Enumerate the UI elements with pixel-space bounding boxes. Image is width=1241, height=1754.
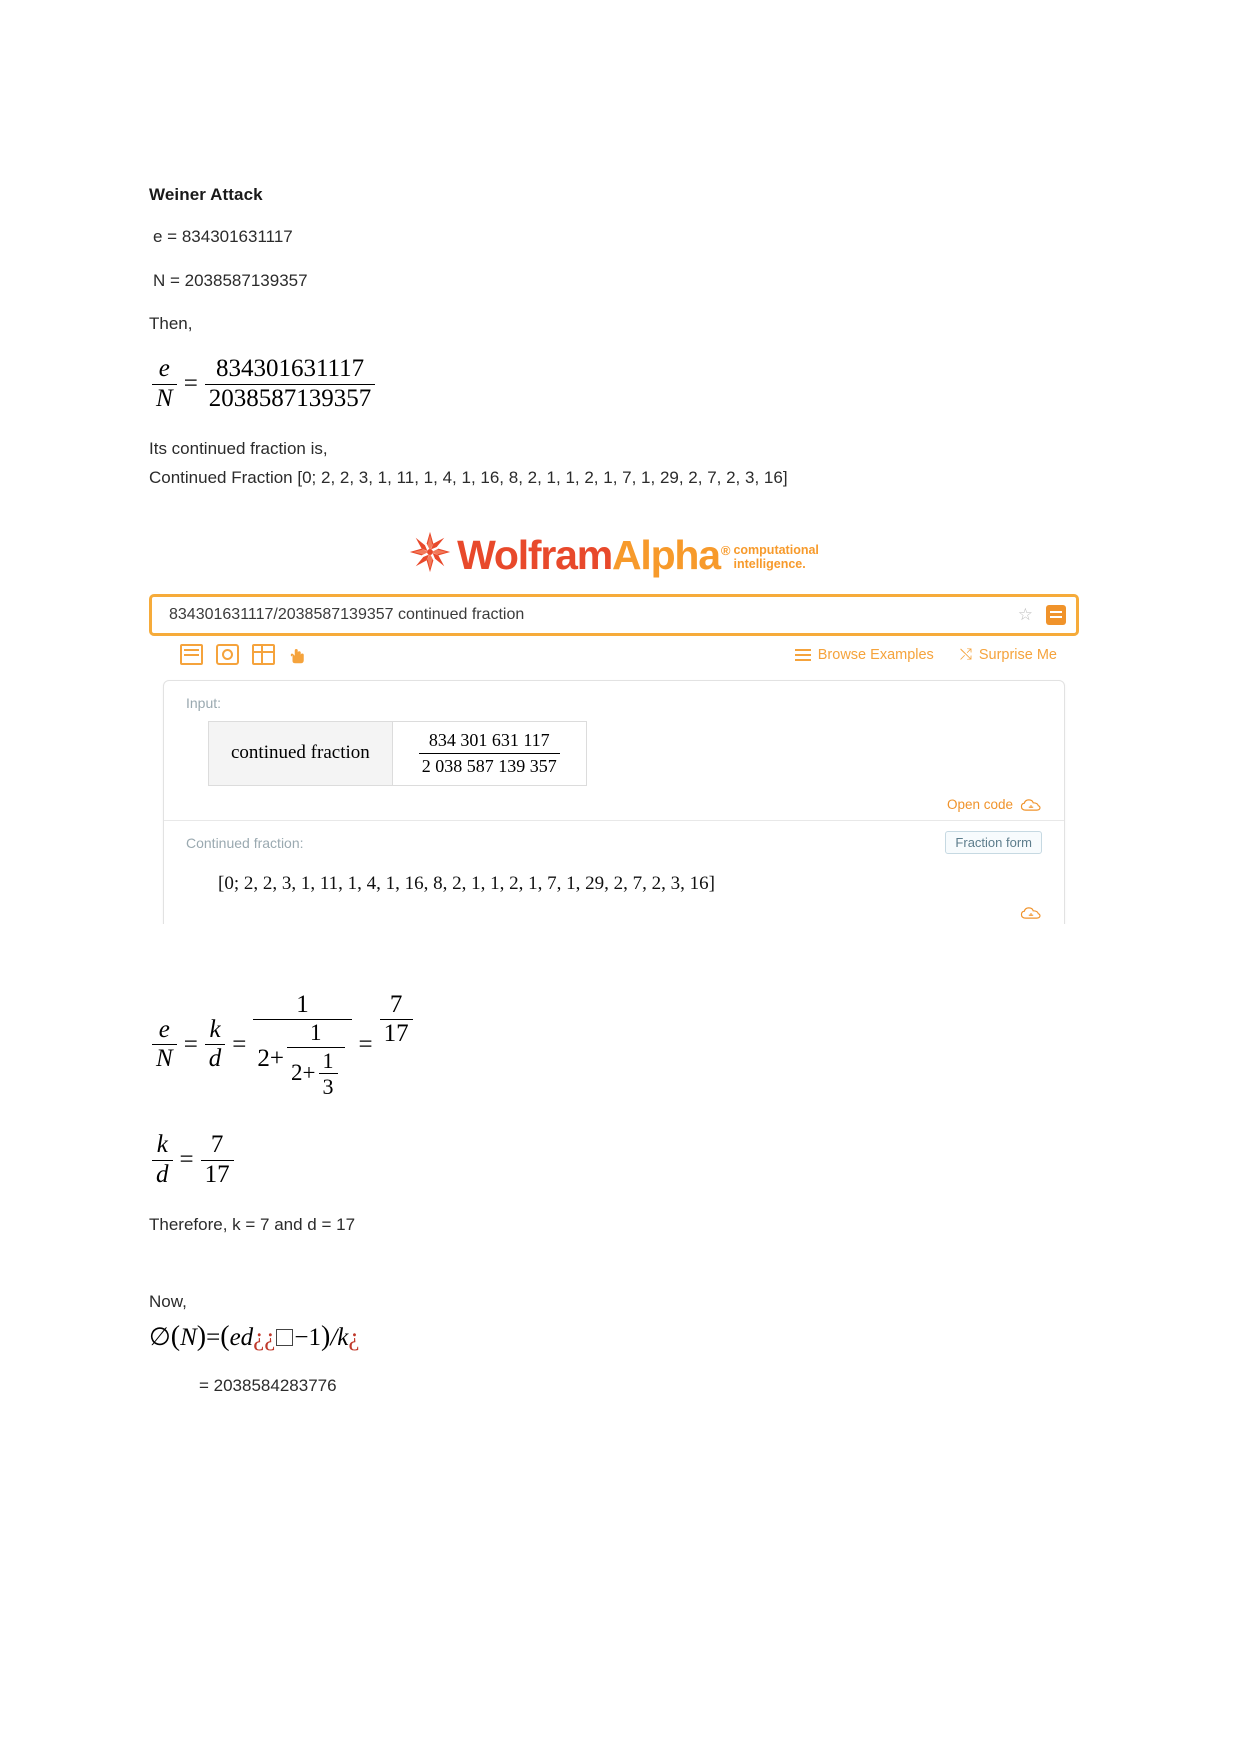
pod-title-continued-fraction: Continued fraction: <box>186 835 304 852</box>
input-fraction-numerator: 834 301 631 117 <box>428 729 550 750</box>
phi-rparen: ) <box>196 1320 207 1352</box>
equals-sign-kd: = <box>179 1146 194 1174</box>
two-plus-1: 2+ <box>257 1045 285 1073</box>
results-clip: Input: continued fraction 834 301 631 11… <box>149 674 1079 924</box>
document-body: Weiner Attack e = 834301631117 N = 20385… <box>149 185 1099 1418</box>
inner-fraction-2: 1 3 <box>318 1048 338 1099</box>
equals-menu-icon[interactable] <box>1046 604 1066 625</box>
equation-convergent: e N = k d = 1 2+ 1 2+ 1 3 = 7 17 <box>149 991 1099 1099</box>
fraction-e-n: e N <box>152 356 177 412</box>
wolfram-tagline: computational intelligence. <box>733 543 818 572</box>
document-page: Weiner Attack e = 834301631117 N = 20385… <box>0 0 1241 1754</box>
cloud-icon <box>1020 907 1041 919</box>
equation-e-over-n: e N = 834301631117 2038587139357 <box>149 356 1099 412</box>
table-icon[interactable] <box>252 644 275 666</box>
pod-title-input: Input: <box>186 694 222 711</box>
phi-lparen-2: ( <box>220 1320 230 1352</box>
phi-lparen: ( <box>170 1320 181 1352</box>
fraction-7-17: 7 17 <box>379 991 413 1048</box>
phi-error-glyph-2: ¿ <box>348 1323 360 1351</box>
surprise-me-label: Surprise Me <box>978 646 1057 663</box>
its-continued-fraction-label: Its continued fraction is, <box>149 439 328 459</box>
input-tools <box>180 644 306 666</box>
wolfram-logo: Wolfram Alpha ® computational intelligenc… <box>149 517 1079 594</box>
shuffle-icon: ⤭ <box>959 646 972 664</box>
wordmark-alpha: Alpha <box>611 531 721 578</box>
camera-icon[interactable] <box>216 644 239 666</box>
two-plus-2: 2+ <box>291 1060 316 1086</box>
input-operator-label: continued fraction <box>209 721 393 786</box>
surprise-me-link[interactable]: ⤭ Surprise Me <box>960 646 1057 663</box>
star-burst-icon <box>409 531 451 572</box>
search-input[interactable]: 834301631117/2038587139357 continued fra… <box>152 606 1018 624</box>
fraction-e-n-2: e N <box>152 1016 177 1073</box>
wolframalpha-screenshot: Wolfram Alpha ® computational intelligenc… <box>149 516 1079 924</box>
equation-k-over-d: k d = 7 17 <box>149 1132 1099 1188</box>
pod-cloud-button[interactable] <box>1013 906 1042 924</box>
search-bar[interactable]: 834301631117/2038587139357 continued fra… <box>149 593 1079 636</box>
equals-sign: = <box>183 370 198 398</box>
favorite-star-icon[interactable]: ☆ <box>1018 605 1033 625</box>
now-label: Now, <box>149 1292 187 1312</box>
continued-fraction-list: Continued Fraction [0; 2, 2, 3, 1, 11, 1… <box>149 468 788 488</box>
keyboard-icon[interactable] <box>180 644 203 666</box>
page-title: Weiner Attack <box>149 185 263 204</box>
fraction-k-d-2: k d <box>152 1132 173 1188</box>
line-n: N = 2038587139357 <box>153 270 308 290</box>
fraction-numbers: 834301631117 2038587139357 <box>204 356 376 412</box>
trademark-symbol: ® <box>720 542 731 558</box>
phi-formula: ∅(N)=(ed¿¿ −1)/k¿ <box>149 1321 1099 1353</box>
inner-fraction-1: 1 2+ 1 3 <box>287 1020 345 1099</box>
hamburger-icon <box>794 648 811 661</box>
phi-error-glyph-1: ¿¿ <box>253 1323 276 1351</box>
input-table: continued fraction 834 301 631 117 2 038… <box>208 720 587 787</box>
cloud-icon <box>1020 798 1041 811</box>
phi-result-line: = 2038584283776 <box>199 1375 337 1395</box>
phi-slash-k: /k <box>330 1323 349 1351</box>
browse-examples-label: Browse Examples <box>817 646 934 663</box>
browse-examples-link[interactable]: Browse Examples <box>794 646 934 663</box>
equals-1: = <box>183 1030 198 1058</box>
search-toolbar: Browse Examples ⤭ Surprise Me <box>149 636 1079 674</box>
phi-equals: = <box>206 1323 221 1351</box>
pod-continued-fraction: Continued fraction: Fraction form [0; 2,… <box>164 820 1064 924</box>
input-fraction: 834 301 631 117 2 038 587 139 357 <box>393 722 586 785</box>
equals-3: = <box>358 1030 373 1058</box>
therefore-line: Therefore, k = 7 and d = 17 <box>149 1215 356 1235</box>
fraction-7-17-b: 7 17 <box>200 1132 234 1188</box>
continued-fraction-expression: 1 2+ 1 2+ 1 3 <box>253 991 352 1099</box>
pod-input: Input: continued fraction 834 301 631 11… <box>164 681 1064 820</box>
phi-symbol: ∅ <box>149 1323 171 1351</box>
phi-var-n: N <box>180 1323 197 1351</box>
fraction-k-d: k d <box>204 1016 226 1073</box>
input-fraction-denominator: 2 038 587 139 357 <box>418 752 560 777</box>
toolbar-links: Browse Examples ⤭ Surprise Me <box>794 646 1057 663</box>
results-card: Input: continued fraction 834 301 631 11… <box>163 679 1065 924</box>
phi-rparen-2: ) <box>320 1320 331 1352</box>
fraction-form-button[interactable]: Fraction form <box>945 831 1042 855</box>
tagline-line-1: computational <box>733 542 819 557</box>
wolfram-wordmark: Wolfram Alpha <box>457 531 721 578</box>
open-code-button[interactable]: Open code <box>947 797 1042 812</box>
missing-glyph-box <box>276 1328 294 1346</box>
phi-minus-one: −1 <box>294 1323 321 1351</box>
line-e: e = 834301631117 <box>153 227 293 247</box>
tagline-line-2: intelligence. <box>733 557 806 572</box>
open-code-label: Open code <box>946 797 1013 813</box>
hand-upload-icon[interactable] <box>288 646 306 664</box>
phi-ed: ed <box>229 1323 254 1351</box>
equals-2: = <box>232 1030 247 1058</box>
then-label: Then, <box>149 313 193 333</box>
continued-fraction-result: [0; 2, 2, 3, 1, 11, 1, 4, 1, 16, 8, 2, 1… <box>218 873 715 895</box>
wordmark-wolfram: Wolfram <box>457 531 613 578</box>
